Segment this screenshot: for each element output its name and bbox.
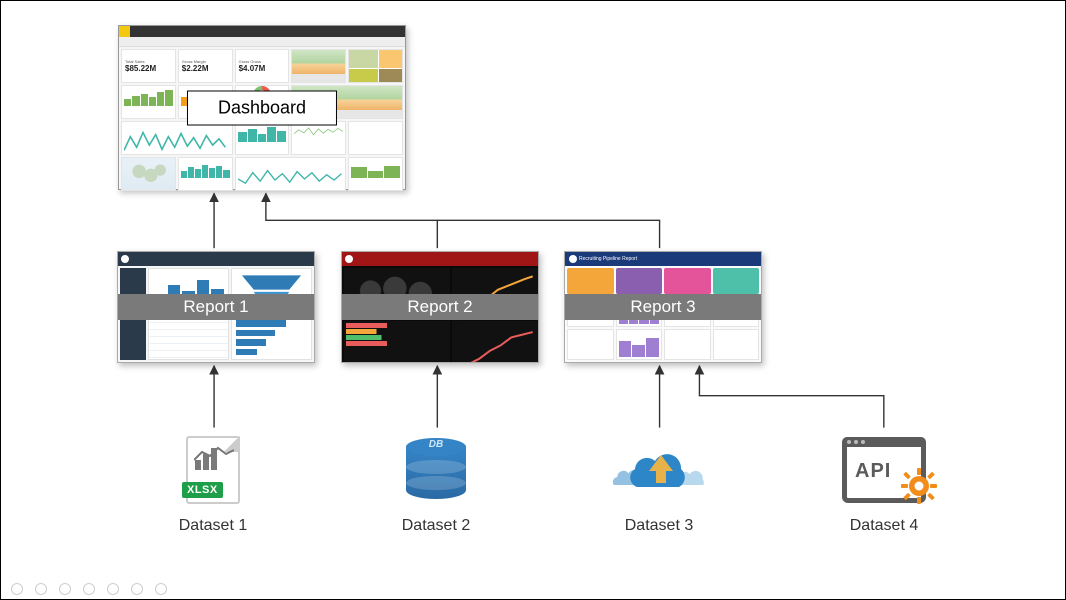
report-label: Report 2	[342, 294, 538, 320]
small-tile	[348, 121, 403, 155]
dashboard-node: Total Sales $85.22M Gross Margin $2.22M …	[118, 25, 406, 190]
dataset-node-3: Dataset 3	[599, 431, 719, 535]
edge-dataset4-report3	[699, 366, 883, 428]
gear-icon	[901, 468, 937, 504]
bar-tile-green	[121, 85, 176, 119]
report-label: Report 3	[565, 294, 761, 320]
column-tile	[178, 157, 233, 191]
report-node-1: Report 1	[117, 251, 315, 363]
report3-mini-5	[567, 329, 614, 360]
footer-icon	[107, 583, 119, 595]
treemap-tile	[348, 49, 403, 83]
kpi-tile-1: Total Sales $85.22M	[121, 49, 176, 83]
db-badge: DB	[406, 439, 466, 450]
report2-table	[344, 321, 450, 362]
xlsx-badge: XLSX	[182, 482, 223, 498]
mini-bar-tile	[348, 157, 403, 191]
diagram-canvas: Total Sales $85.22M Gross Margin $2.22M …	[1, 1, 1065, 599]
report1-header	[118, 252, 314, 266]
footer-icon	[131, 583, 143, 595]
dataset-label: Dataset 1	[153, 517, 273, 535]
dashboard-window-chrome	[119, 26, 405, 37]
footer-icon	[59, 583, 71, 595]
dataset-label: Dataset 2	[376, 517, 496, 535]
footer-icon	[83, 583, 95, 595]
dataset-node-4: API	[824, 431, 944, 535]
kpi-value: $85.22M	[125, 64, 172, 73]
report3-mini-7	[664, 329, 711, 360]
edge-report3-dashboard-bus	[437, 220, 659, 248]
dashboard-label: Dashboard	[187, 90, 337, 125]
dashboard-breadcrumb	[119, 37, 405, 47]
xlsx-file-icon: XLSX	[153, 431, 273, 509]
powerbi-logo-icon	[119, 26, 130, 37]
api-badge: API	[855, 460, 891, 483]
report2-header	[342, 252, 538, 266]
footer-toolbar	[11, 583, 167, 595]
sparkline-tile-1	[121, 121, 233, 155]
database-icon: DB	[376, 431, 496, 509]
edge-report2-dashboard	[266, 193, 437, 248]
kpi-tile-3: Gross Gross $4.07M	[235, 49, 290, 83]
report-label: Report 1	[118, 294, 314, 320]
cloud-upload-icon	[599, 431, 719, 509]
bar-tile-teal	[235, 121, 290, 155]
report3-title: Recruiting Pipeline Report	[579, 256, 637, 262]
kpi-value: $4.07M	[239, 64, 286, 73]
footer-icon	[11, 583, 23, 595]
report2-trend-2	[452, 321, 538, 362]
report-node-3: Recruiting Pipeline Report Report 3	[564, 251, 762, 363]
map-tile	[121, 157, 176, 191]
footer-icon	[35, 583, 47, 595]
footer-icon	[155, 583, 167, 595]
dataset-node-1: XLSX Dataset 1	[153, 431, 273, 535]
report3-pipeline-flow	[567, 268, 759, 294]
report1-table-panel	[148, 315, 229, 360]
kpi-tile-2: Gross Margin $2.22M	[178, 49, 233, 83]
report3-mini-bars-2	[616, 329, 663, 360]
kpi-value: $2.22M	[182, 64, 229, 73]
area-chart-tile	[291, 49, 346, 83]
api-icon: API	[824, 431, 944, 509]
dataset-node-2: DB Dataset 2	[376, 431, 496, 535]
report-node-2: Report 2	[341, 251, 539, 363]
wide-sparkline-tile	[235, 157, 347, 191]
sparkline-tile-2	[291, 121, 346, 155]
dataset-label: Dataset 3	[599, 517, 719, 535]
report3-mini-8	[713, 329, 760, 360]
report3-header: Recruiting Pipeline Report	[565, 252, 761, 266]
dataset-label: Dataset 4	[824, 517, 944, 535]
report1-hbars-panel	[231, 315, 312, 360]
